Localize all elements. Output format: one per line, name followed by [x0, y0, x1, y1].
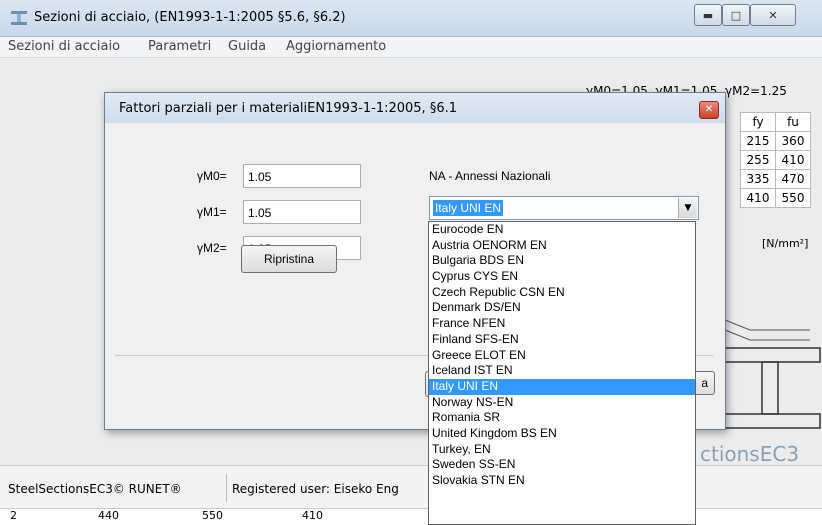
table-row[interactable]: 215 360: [740, 131, 811, 151]
cell: 360: [775, 131, 811, 151]
maximize-button[interactable]: □: [722, 4, 750, 26]
list-item[interactable]: Slovakia STN EN: [429, 473, 695, 489]
cell: 2: [10, 509, 17, 522]
header-fu: fu: [775, 112, 811, 132]
unit-label: [N/mm²]: [762, 237, 809, 250]
national-annex-label: NA - Annessi Nazionali: [429, 169, 551, 183]
national-annex-select[interactable]: Italy UNI EN ▼: [429, 196, 699, 220]
menu-sezioni[interactable]: Sezioni di acciaio: [8, 39, 120, 54]
table-row[interactable]: 335 470: [740, 169, 811, 189]
list-item[interactable]: Romania SR: [429, 410, 695, 426]
reset-button[interactable]: Ripristina: [241, 245, 337, 273]
list-item[interactable]: Bulgaria BDS EN: [429, 253, 695, 269]
dialog-close-button[interactable]: ✕: [699, 101, 719, 119]
list-item[interactable]: Norway NS-EN: [429, 395, 695, 411]
list-item[interactable]: Czech Republic CSN EN: [429, 285, 695, 301]
list-item[interactable]: Finland SFS-EN: [429, 332, 695, 348]
list-item[interactable]: Denmark DS/EN: [429, 300, 695, 316]
cell: 410: [302, 509, 323, 522]
list-item[interactable]: Turkey, EN: [429, 442, 695, 458]
cell: 440: [98, 509, 119, 522]
list-item[interactable]: Eurocode EN: [429, 222, 695, 238]
cell: 550: [775, 188, 811, 208]
gamma-m2-label: γM2=: [197, 241, 227, 255]
cell: 410: [740, 188, 776, 208]
menu-aggiornamento[interactable]: Aggiornamento: [286, 39, 386, 54]
status-user: Registered user: Eiseko Eng: [232, 482, 399, 496]
list-item[interactable]: United Kingdom BS EN: [429, 426, 695, 442]
app-icon: [11, 11, 27, 25]
cell: 470: [775, 169, 811, 189]
minimize-button[interactable]: ▬: [694, 4, 722, 26]
status-divider: [226, 474, 227, 502]
list-item[interactable]: Iceland IST EN: [429, 363, 695, 379]
menu-parametri[interactable]: Parametri: [148, 39, 211, 54]
menu-bar: Sezioni di acciaio Parametri Guida Aggio…: [0, 37, 822, 58]
status-copyright: SteelSectionsEC3© RUNET®: [8, 482, 182, 496]
list-item[interactable]: Greece ELOT EN: [429, 348, 695, 364]
cell: 255: [740, 150, 776, 170]
gamma-m1-input[interactable]: 1.05: [243, 200, 361, 224]
gamma-m0-input[interactable]: 1.05: [243, 164, 361, 188]
annex-dropdown-list[interactable]: Eurocode EN Austria OENORM EN Bulgaria B…: [428, 221, 696, 525]
bottom-table-row: 2 440 550 410: [0, 508, 822, 524]
cell: 335: [740, 169, 776, 189]
cell: 410: [775, 150, 811, 170]
list-item[interactable]: Austria OENORM EN: [429, 238, 695, 254]
dialog-title: Fattori parziali per i materialiEN1993-1…: [119, 101, 457, 116]
window-title: Sezioni di acciaio, (EN1993-1-1:2005 §5.…: [34, 10, 346, 25]
dialog-title-bar: Fattori parziali per i materialiEN1993-1…: [105, 93, 725, 123]
close-button[interactable]: ✕: [750, 4, 796, 26]
list-item[interactable]: Cyprus CYS EN: [429, 269, 695, 285]
menu-guida[interactable]: Guida: [228, 39, 266, 54]
cell: 215: [740, 131, 776, 151]
chevron-down-icon[interactable]: ▼: [678, 198, 697, 218]
gamma-m0-label: γM0=: [197, 169, 227, 183]
title-bar: Sezioni di acciaio, (EN1993-1-1:2005 §5.…: [0, 0, 822, 37]
list-item[interactable]: Sweden SS-EN: [429, 457, 695, 473]
selected-annex: Italy UNI EN: [433, 200, 504, 216]
brand-text: ctionsEC3: [700, 442, 800, 466]
list-item-selected[interactable]: Italy UNI EN: [429, 378, 695, 395]
material-table: fy fu 215 360 255 410 335 470 410 550: [740, 112, 811, 208]
table-row[interactable]: 255 410: [740, 150, 811, 170]
table-row[interactable]: 410 550: [740, 188, 811, 208]
cell: 550: [202, 509, 223, 522]
list-item[interactable]: France NFEN: [429, 316, 695, 332]
header-fy: fy: [740, 112, 776, 132]
gamma-m1-label: γM1=: [197, 205, 227, 219]
